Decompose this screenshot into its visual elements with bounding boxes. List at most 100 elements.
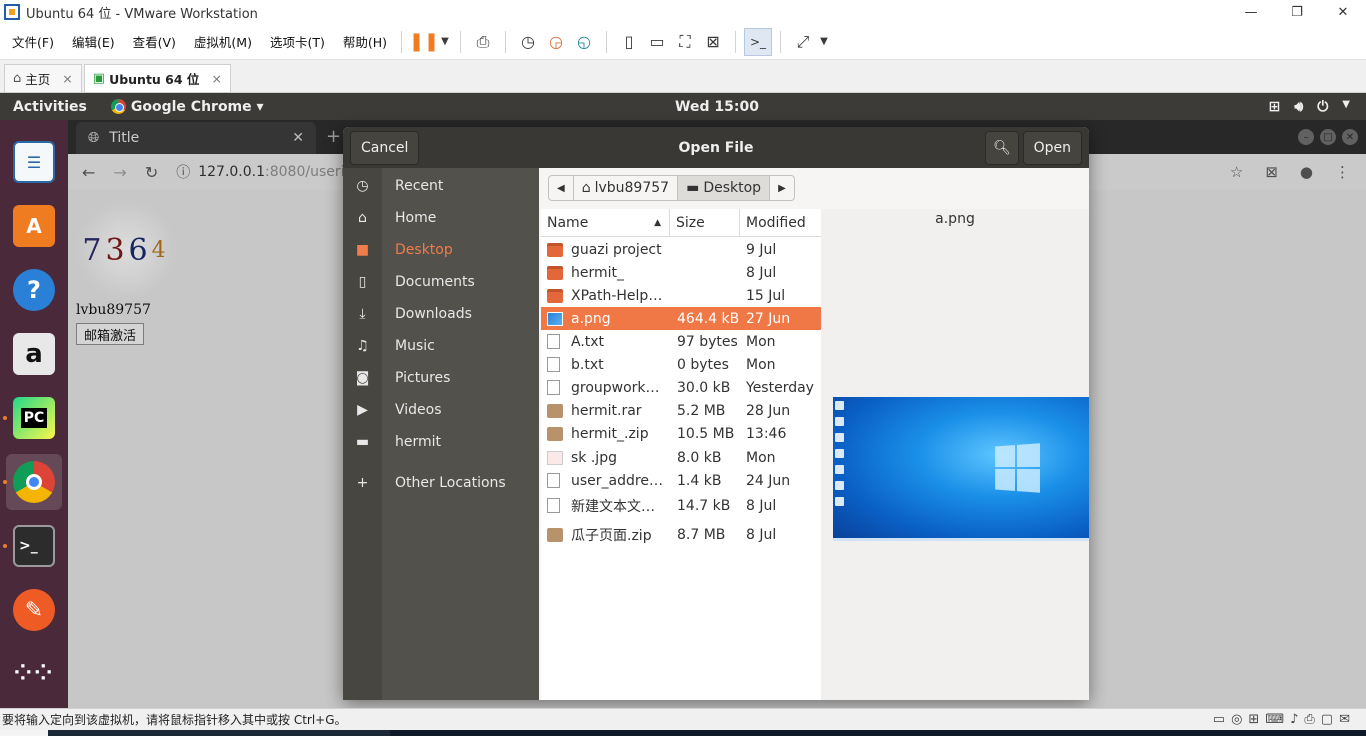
file-modified: 8 Jul — [746, 264, 777, 281]
dock-postman[interactable]: ✎ — [6, 582, 62, 638]
snapshot-manager-icon[interactable]: ◵ — [570, 28, 598, 56]
place-desktop[interactable]: ■ Desktop — [343, 234, 539, 266]
file-row[interactable]: a.png 464.4 kB 27 Jun — [541, 307, 821, 330]
path-forward-arrow-icon[interactable]: ▶ — [770, 176, 794, 200]
send-ctrl-alt-del-icon[interactable]: ⎙ — [469, 28, 497, 56]
place-music[interactable]: ♫ Music — [343, 330, 539, 362]
activities-button[interactable]: Activities — [13, 99, 87, 115]
place-home[interactable]: ⌂ Home — [343, 202, 539, 234]
dock-ubuntu-software[interactable]: A — [6, 198, 62, 254]
pause-icon[interactable]: ❚❚ — [409, 28, 439, 56]
toolbar-separator — [606, 30, 608, 53]
menu-tabs[interactable]: 选项卡(T) — [264, 32, 331, 51]
app-menu[interactable]: Google Chrome ▾ — [110, 99, 264, 115]
stretch-icon[interactable]: ⤢ — [789, 28, 817, 56]
system-tray[interactable]: ⊞ 🔊︎ ⏻ ▼ — [1269, 99, 1350, 115]
file-row[interactable]: sk .jpg 8.0 kB Mon — [541, 446, 821, 469]
stretch-dropdown-icon[interactable]: ▼ — [817, 28, 831, 56]
dock-libreoffice-writer[interactable]: ☰ — [6, 134, 62, 190]
file-name: hermit_.zip — [571, 425, 649, 442]
file-row[interactable]: 新建文本文… 14.7 kB 8 Jul — [541, 494, 821, 517]
file-row[interactable]: A.txt 97 bytes Mon — [541, 330, 821, 353]
file-row[interactable]: hermit_.zip 10.5 MB 13:46 — [541, 422, 821, 445]
dock-pycharm[interactable]: PC — [3, 390, 62, 446]
path-back-arrow-icon[interactable]: ◀ — [549, 176, 574, 200]
file-row[interactable]: hermit.rar 5.2 MB 28 Jun — [541, 399, 821, 422]
menu-edit[interactable]: 编辑(E) — [66, 32, 121, 51]
open-button[interactable]: Open — [1022, 131, 1082, 165]
dropdown-arrow-icon[interactable]: ▼ — [438, 28, 452, 56]
dock-show-apps[interactable]: ⁘⁘ — [6, 646, 62, 702]
fullscreen-icon[interactable]: ⛶ — [671, 28, 699, 56]
file-size: 8.7 MB — [677, 526, 726, 543]
tab-home[interactable]: ⌂ 主页 × — [4, 64, 82, 92]
file-name: 新建文本文… — [571, 498, 655, 515]
file-row[interactable]: groupwork… 30.0 kB Yesterday — [541, 376, 821, 399]
tab-ubuntu[interactable]: ▣ Ubuntu 64 位 × — [83, 64, 231, 92]
place-documents[interactable]: ▯ Documents — [343, 266, 539, 298]
message-icon[interactable]: ✉ — [1339, 712, 1350, 727]
revert-snapshot-icon[interactable]: ◶ — [542, 28, 570, 56]
file-name-cell: 瓜子页面.zip — [541, 525, 670, 545]
places-sidebar: ◷ Recent ⌂ Home ■ Desktop ▯ Documents ⤓ … — [343, 168, 539, 700]
place-hermit[interactable]: ▬ hermit — [343, 426, 539, 458]
minimize-button[interactable]: — — [1228, 0, 1274, 24]
menu-file[interactable]: 文件(F) — [6, 32, 60, 51]
terminal-icon: >_ — [13, 525, 55, 567]
dialog-title: Open File — [678, 139, 754, 156]
close-tab-icon[interactable]: × — [211, 71, 221, 86]
thumbnail-bar-icon[interactable]: ▭ — [643, 28, 671, 56]
file-row[interactable]: 瓜子页面.zip 8.7 MB 8 Jul — [541, 523, 821, 546]
sidebar-toggle-icon[interactable]: ▯ — [615, 28, 643, 56]
display-icon[interactable]: ▢ — [1321, 712, 1333, 727]
usb-icon[interactable]: ⌨ — [1265, 712, 1284, 727]
unity-icon[interactable]: ⊠ — [699, 28, 727, 56]
chrome-icon — [110, 99, 126, 114]
file-row[interactable]: user_addre… 1.4 kB 24 Jun — [541, 469, 821, 492]
path-segment-home[interactable]: ⌂ lvbu89757 — [574, 176, 679, 200]
sound-icon[interactable]: ♪ — [1290, 712, 1298, 727]
snapshot-icon[interactable]: ◷ — [514, 28, 542, 56]
menu-vm[interactable]: 虚拟机(M) — [188, 32, 258, 51]
file-row[interactable]: b.txt 0 bytes Mon — [541, 353, 821, 376]
column-size[interactable]: Size — [670, 209, 740, 236]
place-videos[interactable]: ▶ Videos — [343, 394, 539, 426]
file-row[interactable]: guazi project 9 Jul — [541, 238, 821, 261]
file-row[interactable]: XPath-Help… 15 Jul — [541, 284, 821, 307]
column-name[interactable]: Name ▲ — [541, 209, 670, 236]
dock-terminal[interactable]: >_ — [3, 518, 62, 574]
hdd-icon[interactable]: ▭ — [1213, 712, 1225, 727]
place-other-locations[interactable]: + Other Locations — [343, 467, 539, 499]
vmware-menubar: 文件(F) 编辑(E) 查看(V) 虚拟机(M) 选项卡(T) 帮助(H) ❚❚… — [0, 24, 1366, 60]
place-pictures[interactable]: ◙ Pictures — [343, 362, 539, 394]
amazon-icon: a — [13, 333, 55, 375]
place-downloads[interactable]: ⤓ Downloads — [343, 298, 539, 330]
network-adapter-icon[interactable]: ⊞ — [1248, 712, 1259, 727]
dock-chrome[interactable] — [3, 454, 62, 510]
path-segment-desktop[interactable]: ▬ Desktop — [678, 176, 771, 200]
console-view-icon[interactable]: >_ — [744, 27, 773, 56]
dock-amazon[interactable]: a — [6, 326, 62, 382]
network-icon: ⊞ — [1268, 98, 1281, 115]
toolbar-separator — [460, 30, 462, 53]
menu-view[interactable]: 查看(V) — [127, 32, 182, 51]
place-recent[interactable]: ◷ Recent — [343, 170, 539, 202]
file-name-cell: hermit.rar — [541, 403, 670, 419]
file-list: Name ▲ Size Modified guazi project 9 Jul he… — [541, 209, 821, 700]
file-row[interactable]: hermit_ 8 Jul — [541, 261, 821, 284]
cancel-button[interactable]: Cancel — [350, 131, 420, 165]
menu-help[interactable]: 帮助(H) — [337, 32, 393, 51]
file-name: hermit.rar — [571, 402, 642, 419]
cdrom-icon[interactable]: ◎ — [1231, 712, 1242, 727]
column-modified[interactable]: Modified — [740, 209, 821, 236]
printer-icon[interactable]: ⎙ — [1304, 712, 1314, 727]
maximize-button[interactable]: ❐ — [1274, 0, 1320, 24]
close-tab-icon[interactable]: × — [62, 71, 72, 86]
search-button[interactable]: 🔍︎ — [985, 131, 1019, 165]
place-label: Videos — [395, 402, 442, 418]
close-window-button[interactable]: ✕ — [1320, 0, 1366, 24]
archive-icon — [547, 403, 563, 418]
video-icon: ▶ — [357, 402, 368, 418]
music-icon: ♫ — [356, 338, 369, 354]
dock-help[interactable]: ? — [6, 262, 62, 318]
